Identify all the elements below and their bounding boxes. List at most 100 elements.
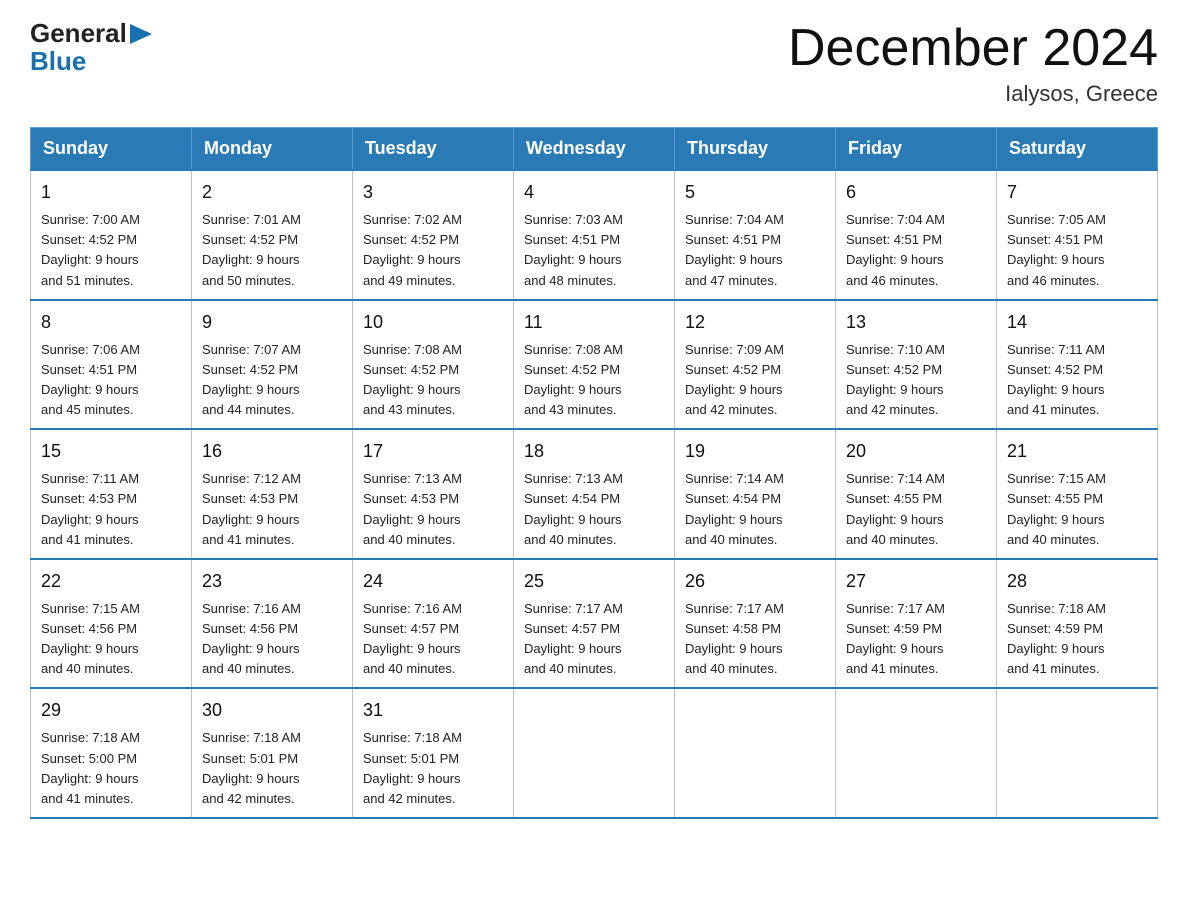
day-cell: 15Sunrise: 7:11 AMSunset: 4:53 PMDayligh…: [31, 429, 192, 559]
day-number: 8: [41, 309, 181, 336]
day-info: Sunrise: 7:17 AMSunset: 4:57 PMDaylight:…: [524, 601, 623, 676]
col-header-wednesday: Wednesday: [514, 128, 675, 171]
title-area: December 2024 Ialysos, Greece: [788, 20, 1158, 107]
day-info: Sunrise: 7:13 AMSunset: 4:53 PMDaylight:…: [363, 471, 462, 546]
day-info: Sunrise: 7:05 AMSunset: 4:51 PMDaylight:…: [1007, 212, 1106, 287]
week-row-4: 22 Sunrise: 7:15 AMSunset: 4:56 PMDayligh…: [31, 559, 1158, 689]
day-number: 23: [202, 568, 342, 595]
day-info: Sunrise: 7:17 AMSunset: 4:58 PMDaylight:…: [685, 601, 784, 676]
day-cell: 3 Sunrise: 7:02 AMSunset: 4:52 PMDaylight…: [353, 170, 514, 300]
week-row-2: 8 Sunrise: 7:06 AMSunset: 4:51 PMDaylight…: [31, 300, 1158, 430]
col-header-thursday: Thursday: [675, 128, 836, 171]
day-info: Sunrise: 7:08 AMSunset: 4:52 PMDaylight:…: [363, 342, 462, 417]
day-cell: 24 Sunrise: 7:16 AMSunset: 4:57 PMDayligh…: [353, 559, 514, 689]
day-cell: 26 Sunrise: 7:17 AMSunset: 4:58 PMDayligh…: [675, 559, 836, 689]
calendar-table: SundayMondayTuesdayWednesdayThursdayFrid…: [30, 127, 1158, 819]
day-cell: 5Sunrise: 7:04 AMSunset: 4:51 PMDaylight…: [675, 170, 836, 300]
day-info: Sunrise: 7:10 AMSunset: 4:52 PMDaylight:…: [846, 342, 945, 417]
day-info: Sunrise: 7:02 AMSunset: 4:52 PMDaylight:…: [363, 212, 462, 287]
day-cell: [997, 688, 1158, 818]
day-number: 5: [685, 179, 825, 206]
day-info: Sunrise: 7:14 AMSunset: 4:55 PMDaylight:…: [846, 471, 945, 546]
logo-blue-text: Blue: [30, 48, 86, 74]
day-cell: 2Sunrise: 7:01 AMSunset: 4:52 PMDaylight…: [192, 170, 353, 300]
day-cell: 19 Sunrise: 7:14 AMSunset: 4:54 PMDayligh…: [675, 429, 836, 559]
logo: General Blue: [30, 20, 152, 74]
day-cell: 16 Sunrise: 7:12 AMSunset: 4:53 PMDayligh…: [192, 429, 353, 559]
day-info: Sunrise: 7:13 AMSunset: 4:54 PMDaylight:…: [524, 471, 623, 546]
col-header-monday: Monday: [192, 128, 353, 171]
day-number: 29: [41, 697, 181, 724]
day-info: Sunrise: 7:16 AMSunset: 4:57 PMDaylight:…: [363, 601, 462, 676]
day-cell: 8 Sunrise: 7:06 AMSunset: 4:51 PMDaylight…: [31, 300, 192, 430]
logo-general-text: General: [30, 20, 127, 46]
day-cell: 21 Sunrise: 7:15 AMSunset: 4:55 PMDayligh…: [997, 429, 1158, 559]
col-header-saturday: Saturday: [997, 128, 1158, 171]
day-cell: 4Sunrise: 7:03 AMSunset: 4:51 PMDaylight…: [514, 170, 675, 300]
day-cell: 30Sunrise: 7:18 AMSunset: 5:01 PMDayligh…: [192, 688, 353, 818]
day-cell: 11 Sunrise: 7:08 AMSunset: 4:52 PMDayligh…: [514, 300, 675, 430]
day-cell: 1 Sunrise: 7:00 AMSunset: 4:52 PMDaylight…: [31, 170, 192, 300]
day-cell: 27 Sunrise: 7:17 AMSunset: 4:59 PMDayligh…: [836, 559, 997, 689]
day-info: Sunrise: 7:01 AMSunset: 4:52 PMDaylight:…: [202, 212, 301, 287]
day-cell: 22 Sunrise: 7:15 AMSunset: 4:56 PMDayligh…: [31, 559, 192, 689]
day-info: Sunrise: 7:14 AMSunset: 4:54 PMDaylight:…: [685, 471, 784, 546]
day-number: 10: [363, 309, 503, 336]
day-info: Sunrise: 7:03 AMSunset: 4:51 PMDaylight:…: [524, 212, 623, 287]
day-info: Sunrise: 7:11 AMSunset: 4:52 PMDaylight:…: [1007, 342, 1105, 417]
day-number: 18: [524, 438, 664, 465]
day-info: Sunrise: 7:15 AMSunset: 4:55 PMDaylight:…: [1007, 471, 1106, 546]
day-info: Sunrise: 7:18 AMSunset: 4:59 PMDaylight:…: [1007, 601, 1106, 676]
day-info: Sunrise: 7:18 AMSunset: 5:00 PMDaylight:…: [41, 730, 140, 805]
day-number: 9: [202, 309, 342, 336]
col-header-tuesday: Tuesday: [353, 128, 514, 171]
day-info: Sunrise: 7:08 AMSunset: 4:52 PMDaylight:…: [524, 342, 623, 417]
day-info: Sunrise: 7:17 AMSunset: 4:59 PMDaylight:…: [846, 601, 945, 676]
day-cell: 6 Sunrise: 7:04 AMSunset: 4:51 PMDaylight…: [836, 170, 997, 300]
logo-triangle-icon: [130, 24, 152, 44]
day-info: Sunrise: 7:11 AMSunset: 4:53 PMDaylight:…: [41, 471, 139, 546]
day-number: 11: [524, 309, 664, 336]
day-info: Sunrise: 7:04 AMSunset: 4:51 PMDaylight:…: [846, 212, 945, 287]
day-number: 27: [846, 568, 986, 595]
day-number: 13: [846, 309, 986, 336]
day-cell: 12 Sunrise: 7:09 AMSunset: 4:52 PMDayligh…: [675, 300, 836, 430]
day-cell: 23Sunrise: 7:16 AMSunset: 4:56 PMDayligh…: [192, 559, 353, 689]
day-number: 6: [846, 179, 986, 206]
day-cell: [836, 688, 997, 818]
col-header-sunday: Sunday: [31, 128, 192, 171]
day-number: 24: [363, 568, 503, 595]
day-number: 16: [202, 438, 342, 465]
day-cell: 20Sunrise: 7:14 AMSunset: 4:55 PMDayligh…: [836, 429, 997, 559]
day-number: 28: [1007, 568, 1147, 595]
day-cell: 31Sunrise: 7:18 AMSunset: 5:01 PMDayligh…: [353, 688, 514, 818]
day-cell: 28 Sunrise: 7:18 AMSunset: 4:59 PMDayligh…: [997, 559, 1158, 689]
day-info: Sunrise: 7:12 AMSunset: 4:53 PMDaylight:…: [202, 471, 301, 546]
day-info: Sunrise: 7:00 AMSunset: 4:52 PMDaylight:…: [41, 212, 140, 287]
day-number: 22: [41, 568, 181, 595]
day-info: Sunrise: 7:09 AMSunset: 4:52 PMDaylight:…: [685, 342, 784, 417]
day-cell: 18 Sunrise: 7:13 AMSunset: 4:54 PMDayligh…: [514, 429, 675, 559]
day-cell: 7Sunrise: 7:05 AMSunset: 4:51 PMDaylight…: [997, 170, 1158, 300]
day-cell: 13 Sunrise: 7:10 AMSunset: 4:52 PMDayligh…: [836, 300, 997, 430]
day-number: 19: [685, 438, 825, 465]
day-number: 26: [685, 568, 825, 595]
day-info: Sunrise: 7:07 AMSunset: 4:52 PMDaylight:…: [202, 342, 301, 417]
day-cell: [514, 688, 675, 818]
page-header: General Blue December 2024 Ialysos, Gree…: [30, 20, 1158, 107]
day-number: 21: [1007, 438, 1147, 465]
day-number: 1: [41, 179, 181, 206]
day-number: 12: [685, 309, 825, 336]
day-cell: [675, 688, 836, 818]
day-number: 14: [1007, 309, 1147, 336]
day-cell: 17 Sunrise: 7:13 AMSunset: 4:53 PMDayligh…: [353, 429, 514, 559]
location-label: Ialysos, Greece: [788, 81, 1158, 107]
week-row-3: 15Sunrise: 7:11 AMSunset: 4:53 PMDayligh…: [31, 429, 1158, 559]
day-info: Sunrise: 7:15 AMSunset: 4:56 PMDaylight:…: [41, 601, 140, 676]
day-number: 30: [202, 697, 342, 724]
day-cell: 10 Sunrise: 7:08 AMSunset: 4:52 PMDayligh…: [353, 300, 514, 430]
day-number: 17: [363, 438, 503, 465]
day-info: Sunrise: 7:06 AMSunset: 4:51 PMDaylight:…: [41, 342, 140, 417]
day-number: 3: [363, 179, 503, 206]
week-row-1: 1 Sunrise: 7:00 AMSunset: 4:52 PMDaylight…: [31, 170, 1158, 300]
